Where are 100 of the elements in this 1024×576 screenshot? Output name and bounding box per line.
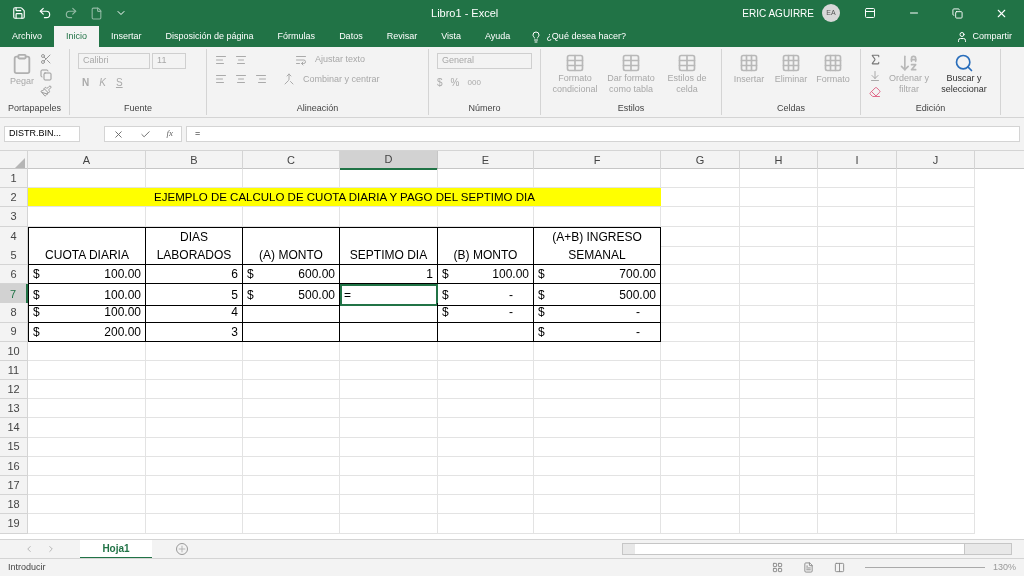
find-select-button[interactable]: Buscar y seleccionar: [936, 73, 993, 95]
table-cell-text: 500.00: [298, 286, 335, 304]
row-header[interactable]: 16: [0, 456, 28, 476]
empty-cell[interactable]: [340, 303, 438, 323]
empty-cell[interactable]: [340, 322, 438, 342]
copy-icon[interactable]: [40, 69, 52, 81]
column-header[interactable]: J: [897, 151, 975, 170]
search-icon[interactable]: [954, 53, 975, 73]
format-painter-icon[interactable]: [40, 85, 52, 97]
select-all-icon[interactable]: [15, 157, 25, 168]
fill-icon[interactable]: [869, 70, 882, 82]
cells-icon[interactable]: [823, 53, 844, 73]
row-header[interactable]: 4: [0, 226, 28, 247]
align-center-icon[interactable]: [235, 73, 248, 86]
column-header[interactable]: I: [818, 151, 897, 170]
ribbon-tab[interactable]: Insertar: [99, 26, 154, 47]
currency-symbol: $: [247, 266, 254, 284]
row-header[interactable]: 15: [0, 437, 28, 457]
currency-symbol: $: [442, 286, 449, 304]
ribbon-tab[interactable]: Datos: [327, 26, 375, 47]
table-cell: SEPTIMO DIA: [340, 245, 438, 265]
ribbon-tab[interactable]: Archivo: [0, 26, 54, 47]
share-button[interactable]: Compartir: [968, 26, 1024, 47]
empty-cell[interactable]: [340, 226, 438, 247]
page-break-icon[interactable]: [833, 562, 845, 573]
status-mode: Introducir: [8, 560, 46, 574]
enter-icon[interactable]: [139, 128, 151, 140]
insert-function-button[interactable]: fx: [166, 127, 174, 141]
row-header[interactable]: 6: [0, 264, 28, 285]
scroll-right-icon[interactable]: [46, 544, 56, 554]
currency-symbol: $: [33, 323, 40, 341]
merge-icon[interactable]: [283, 73, 296, 86]
cells-icon[interactable]: [781, 53, 802, 73]
add-sheet-icon[interactable]: [176, 543, 188, 555]
empty-cell[interactable]: [243, 226, 340, 247]
row-header[interactable]: 18: [0, 495, 28, 515]
column-header[interactable]: D: [340, 151, 438, 170]
styles-icon[interactable]: [565, 53, 586, 73]
row-header[interactable]: 14: [0, 418, 28, 438]
page-layout-icon[interactable]: [802, 562, 814, 573]
name-box[interactable]: DISTR.BIN...: [4, 126, 80, 142]
lightbulb-icon[interactable]: [530, 31, 543, 43]
sheet-tab[interactable]: Hoja1: [80, 539, 152, 559]
ribbon-tab[interactable]: Vista: [429, 26, 473, 47]
row-header[interactable]: 8: [0, 303, 28, 323]
row-header[interactable]: 2: [0, 188, 28, 208]
formula-field[interactable]: =: [186, 126, 1020, 142]
empty-cell[interactable]: [243, 303, 340, 323]
row-header[interactable]: 3: [0, 207, 28, 227]
cells-icon[interactable]: [739, 53, 760, 73]
row-header[interactable]: 11: [0, 360, 28, 381]
currency-symbol: $: [247, 286, 254, 304]
undo-icon[interactable]: [38, 6, 52, 20]
align-left-icon[interactable]: [215, 73, 228, 86]
ribbon-tab[interactable]: Inicio: [54, 26, 100, 47]
ribbon-display-icon[interactable]: [864, 7, 876, 19]
column-header[interactable]: E: [438, 151, 534, 170]
row-header[interactable]: 12: [0, 380, 28, 400]
table-cell-text: -: [636, 323, 641, 341]
column-header[interactable]: A: [28, 151, 146, 170]
styles-icon[interactable]: [621, 53, 642, 73]
table-cell: 6: [146, 264, 243, 285]
eraser-icon[interactable]: [869, 86, 882, 98]
restore-icon[interactable]: [952, 7, 963, 19]
column-header[interactable]: F: [534, 151, 661, 170]
empty-cell[interactable]: [438, 226, 534, 247]
wrap-text-icon[interactable]: [295, 53, 308, 66]
align-top-icon[interactable]: [215, 53, 228, 66]
ribbon-tab[interactable]: Fórmulas: [265, 26, 328, 47]
column-header[interactable]: H: [740, 151, 818, 170]
row-header[interactable]: 19: [0, 514, 28, 534]
styles-icon[interactable]: [677, 53, 698, 73]
empty-cell[interactable]: [438, 322, 534, 342]
window-title: Libro1 - Excel: [431, 5, 499, 21]
ribbon-tab[interactable]: Disposición de página: [153, 26, 266, 47]
sort-icon[interactable]: [899, 53, 920, 73]
column-header[interactable]: G: [661, 151, 740, 170]
column-header[interactable]: B: [146, 151, 243, 170]
cut-icon[interactable]: [40, 53, 52, 65]
save-icon[interactable]: [12, 6, 26, 20]
align-middle-icon[interactable]: [235, 53, 248, 66]
group-label: Alineación: [295, 101, 340, 115]
horizontal-scrollbar[interactable]: [622, 543, 1012, 555]
row-header[interactable]: 5: [0, 245, 28, 265]
share-icon[interactable]: [956, 31, 969, 43]
row-header[interactable]: 17: [0, 476, 28, 496]
ribbon-tab[interactable]: Ayuda: [473, 26, 523, 47]
row-header[interactable]: 13: [0, 399, 28, 419]
row-header[interactable]: 10: [0, 341, 28, 361]
ribbon-tab[interactable]: Revisar: [374, 26, 430, 47]
align-right-icon[interactable]: [255, 73, 268, 86]
row-header[interactable]: 1: [0, 169, 28, 189]
active-cell[interactable]: =: [340, 284, 438, 307]
empty-cell[interactable]: [243, 322, 340, 342]
scroll-left-icon[interactable]: [24, 544, 34, 554]
tell-me-field[interactable]: ¿Qué desea hacer?: [546, 29, 626, 43]
paste-icon[interactable]: [11, 53, 33, 75]
normal-view-icon[interactable]: [771, 562, 783, 573]
cancel-icon[interactable]: [112, 128, 124, 140]
row-header[interactable]: 9: [0, 322, 28, 342]
